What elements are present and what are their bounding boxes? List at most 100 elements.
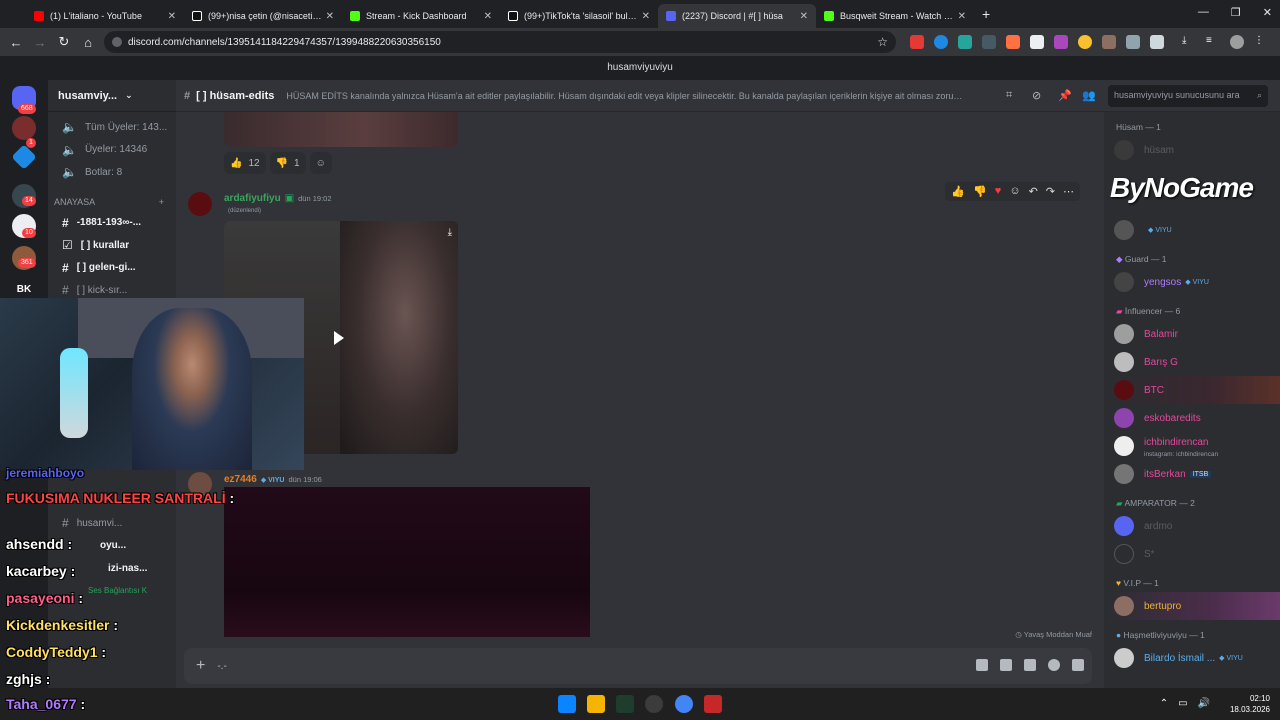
apps-icon[interactable] [1072, 659, 1084, 671]
channel-item[interactable]: #[ ] gelen-gi... [48, 257, 176, 280]
member-item[interactable]: eskobaredits [1104, 404, 1280, 432]
close-window-icon[interactable]: ✕ [1263, 6, 1272, 19]
member-item[interactable]: ardmo [1104, 512, 1280, 540]
member-item[interactable]: Balamir [1104, 320, 1280, 348]
puzzle-icon[interactable] [1150, 35, 1164, 49]
back-icon[interactable]: ← [4, 35, 28, 50]
message-author[interactable]: ardafiyufiyu ▣ dün 19:02 [224, 193, 332, 204]
sticker-icon[interactable] [1024, 659, 1036, 671]
extension-icon[interactable] [934, 35, 948, 49]
menu-icon[interactable]: ⋮ [1254, 35, 1268, 49]
threads-icon[interactable]: ⌗ [1006, 89, 1012, 102]
extension-icon[interactable] [1054, 35, 1068, 49]
reply-icon[interactable]: ↶ [1029, 185, 1038, 198]
file-explorer-icon[interactable] [587, 695, 605, 713]
close-icon[interactable]: ✕ [958, 11, 966, 22]
extension-icon[interactable] [982, 35, 996, 49]
add-channel-icon[interactable]: + [159, 192, 164, 212]
thumbs-down-icon[interactable]: 👎 [973, 185, 987, 198]
member-item[interactable]: ichbindirencan instagram: ichbindirencan [1104, 432, 1280, 460]
extension-icon[interactable] [1030, 35, 1044, 49]
server-icon[interactable] [11, 144, 37, 170]
close-icon[interactable]: ✕ [326, 11, 334, 22]
member-item[interactable]: yengsos ◆ VIYU [1104, 268, 1280, 296]
member-item[interactable]: BTC [1104, 376, 1280, 404]
close-icon[interactable]: ✕ [168, 11, 176, 22]
obs-icon[interactable] [645, 695, 663, 713]
browser-tab-discord[interactable]: (2237) Discord | #[ ] hüsa ✕ [658, 4, 816, 28]
video-attachment[interactable] [224, 487, 590, 637]
add-reaction-icon[interactable]: ☺ [1009, 185, 1020, 198]
app-icon[interactable] [704, 695, 722, 713]
chevron-up-icon[interactable]: ⌃ [1160, 698, 1168, 709]
adblock-extension-icon[interactable] [910, 35, 924, 49]
chrome-icon[interactable] [675, 695, 693, 713]
add-reaction-button[interactable]: ☺ [309, 152, 332, 174]
home-icon[interactable]: ⌂ [76, 35, 100, 50]
heart-icon[interactable]: ♥ [995, 185, 1002, 198]
member-item[interactable]: ◆ VIYU [1104, 216, 1280, 244]
forward-icon[interactable]: → [28, 35, 52, 50]
thumbs-up-icon[interactable]: 👍 [951, 185, 965, 198]
extension-icon[interactable] [1078, 35, 1092, 49]
emoji-icon[interactable] [1048, 659, 1060, 671]
site-info-icon[interactable] [112, 37, 122, 47]
close-icon[interactable]: ✕ [484, 11, 492, 22]
download-icon[interactable]: ⤓ [1182, 35, 1196, 49]
system-clock[interactable]: 02:10 18.03.2026 [1230, 693, 1270, 715]
app-icon[interactable] [616, 695, 634, 713]
member-item[interactable]: S* [1104, 540, 1280, 568]
gif-icon[interactable] [1000, 659, 1012, 671]
stat-channel-bots[interactable]: 🔈 Botlar: 8 [48, 161, 176, 184]
minimize-icon[interactable]: — [1198, 6, 1209, 19]
stat-channel-members[interactable]: 🔈 Üyeler: 14346 [48, 139, 176, 162]
extension-icon[interactable] [958, 35, 972, 49]
media-icon[interactable]: ≡ [1206, 35, 1220, 49]
restore-icon[interactable]: ❐ [1231, 6, 1241, 19]
server-header[interactable]: husamviy... ⌄ [48, 80, 176, 112]
reaction-thumbs-down[interactable]: 👎 1 [269, 152, 306, 174]
member-item[interactable]: itsBerkan ITSB [1104, 460, 1280, 488]
channel-item[interactable]: ☑[ ] kurallar [48, 234, 176, 257]
mute-icon[interactable]: ⊘ [1032, 89, 1041, 102]
close-icon[interactable]: ✕ [800, 11, 808, 22]
extension-icon[interactable] [1006, 35, 1020, 49]
play-icon[interactable] [334, 331, 344, 345]
more-icon[interactable]: ⋯ [1063, 185, 1074, 198]
windows-start-icon[interactable] [558, 695, 576, 713]
pin-icon[interactable]: 📌 [1058, 89, 1072, 102]
category-header[interactable]: ANAYASA + [48, 192, 176, 212]
extension-icon[interactable] [1102, 35, 1116, 49]
new-tab-button[interactable]: + [982, 6, 990, 22]
member-list-icon[interactable]: 👥 [1082, 89, 1096, 102]
browser-tab-kick-stream[interactable]: Busqweit Stream - Watch Live o✕ [816, 4, 974, 28]
member-item[interactable]: Bilardo İsmail ... ◆ VIYU [1104, 644, 1280, 672]
forward-icon[interactable]: ↷ [1046, 185, 1055, 198]
avatar[interactable] [1230, 35, 1244, 49]
server-icon[interactable] [12, 116, 36, 140]
browser-tab-tiktok-1[interactable]: (99+)nisa çetin (@nisacetin0_) |✕ [184, 4, 342, 28]
browser-tab-kick-dashboard[interactable]: Stream - Kick Dashboard ✕ [342, 4, 500, 28]
image-attachment[interactable] [224, 112, 458, 147]
member-item[interactable]: bertupro [1104, 592, 1280, 620]
stat-channel-all-members[interactable]: 🔈 Tüm Üyeler: 143... [48, 116, 176, 139]
channel-topic[interactable]: HÜSAM EDİTS kanalında yalnızca Hüsam'a a… [286, 91, 966, 101]
close-icon[interactable]: ✕ [642, 11, 650, 22]
volume-icon[interactable]: 🔊 [1198, 698, 1210, 709]
bookmark-star-icon[interactable]: ☆ [877, 35, 888, 49]
message-input[interactable]: + -.- [184, 648, 1092, 684]
network-icon[interactable]: ▭ [1178, 698, 1187, 709]
url-field[interactable]: discord.com/channels/1395141184229474357… [104, 31, 896, 53]
gift-icon[interactable] [976, 659, 988, 671]
member-item[interactable]: Barış G [1104, 348, 1280, 376]
reaction-thumbs-up[interactable]: 👍 12 [224, 152, 266, 174]
avatar[interactable] [188, 192, 212, 216]
member-item[interactable]: hüsam [1104, 136, 1280, 164]
reload-icon[interactable]: ↻ [52, 34, 76, 50]
download-icon[interactable]: ⤓ [448, 227, 452, 238]
browser-tab-tiktok-2[interactable]: (99+)TikTok'ta 'silasoil' bulabili ✕ [500, 4, 658, 28]
search-input[interactable]: husamviyuviyu sunucusunu ara ⌕ [1108, 85, 1268, 107]
channel-item[interactable]: # -1881-193∞-... [48, 212, 176, 235]
browser-tab-youtube[interactable]: (1) L'italiano - YouTube ✕ [26, 4, 184, 28]
shield-icon[interactable] [1126, 35, 1140, 49]
